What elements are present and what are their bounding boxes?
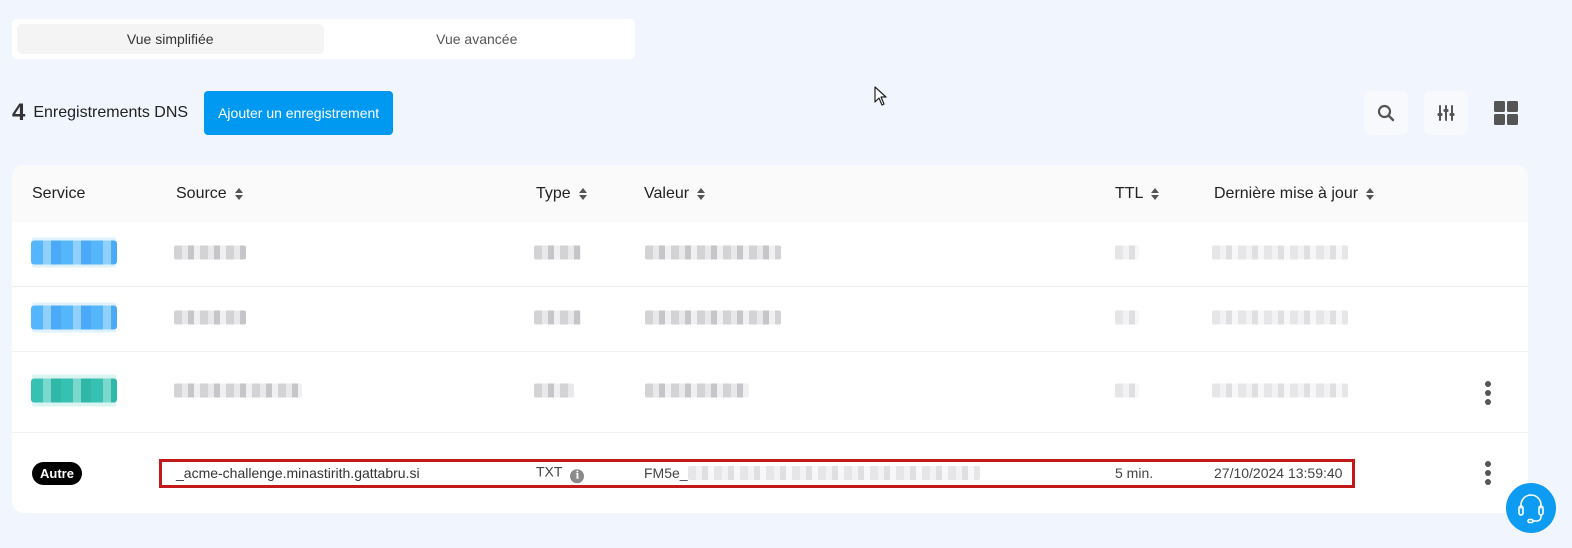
headset-icon	[1518, 494, 1544, 524]
row-actions-menu[interactable]	[1478, 379, 1498, 407]
records-count-label: Enregistrements DNS	[33, 104, 189, 121]
redacted-service	[31, 378, 117, 403]
add-record-button[interactable]: Ajouter un enregistrement	[204, 91, 394, 135]
value-cell: FM5e_	[644, 465, 980, 481]
type-cell: TXT i	[536, 463, 585, 483]
column-label: Service	[32, 184, 86, 202]
redacted-type	[534, 245, 581, 260]
type-label: TXT	[536, 463, 563, 480]
column-service: Service	[32, 165, 85, 222]
row-actions-menu[interactable]	[1478, 459, 1498, 487]
updated-cell	[1212, 310, 1348, 328]
column-type[interactable]: Type	[536, 165, 587, 222]
redacted-value	[645, 310, 781, 325]
column-ttl[interactable]: TTL	[1115, 165, 1160, 222]
type-cell	[534, 383, 574, 401]
redacted-ttl	[1115, 310, 1139, 325]
redacted-source	[174, 245, 246, 260]
column-source[interactable]: Source	[176, 165, 243, 222]
service-badge	[31, 240, 117, 268]
column-value[interactable]: Valeur	[644, 165, 706, 222]
tab-simplified-view[interactable]: Vue simplifiée	[17, 24, 324, 54]
records-count: 4	[12, 99, 26, 126]
column-label: TTL	[1115, 184, 1144, 202]
sort-icon[interactable]	[697, 187, 706, 200]
redacted-type	[534, 310, 581, 325]
support-chat-button[interactable]	[1506, 483, 1556, 533]
search-button[interactable]	[1364, 91, 1408, 135]
source-cell	[174, 245, 246, 263]
redacted-ttl	[1115, 245, 1139, 260]
redacted-source	[174, 383, 302, 398]
type-cell	[534, 245, 581, 263]
sort-icon[interactable]	[1366, 187, 1375, 200]
value-prefix: FM5e_	[644, 465, 688, 481]
grid-view-icon	[1494, 101, 1518, 125]
ttl-cell	[1115, 245, 1139, 263]
redacted-source	[174, 310, 246, 325]
sort-icon[interactable]	[234, 187, 243, 200]
table-row[interactable]	[12, 287, 1528, 352]
filter-sliders-icon	[1437, 105, 1455, 121]
tab-advanced-view[interactable]: Vue avancée	[324, 24, 631, 54]
redacted-updated	[1212, 383, 1348, 398]
column-label: Valeur	[644, 184, 690, 202]
dns-records-table: Service Source Type Valeur TTL Dernière …	[12, 165, 1528, 513]
view-toggle: Vue simplifiée Vue avancée	[12, 19, 635, 59]
value-cell	[645, 245, 781, 263]
table-row[interactable]	[12, 222, 1528, 287]
value-cell	[645, 310, 781, 328]
updated-cell	[1212, 245, 1348, 263]
sort-icon[interactable]	[578, 187, 587, 200]
redacted-service	[31, 240, 117, 265]
table-row[interactable]	[12, 352, 1528, 433]
sort-icon[interactable]	[1151, 187, 1160, 200]
column-label: Dernière mise à jour	[1214, 184, 1359, 202]
redacted-value	[645, 383, 749, 398]
info-icon[interactable]: i	[570, 468, 585, 483]
source-cell	[174, 310, 246, 328]
filter-button[interactable]	[1424, 91, 1468, 135]
type-cell	[534, 310, 581, 328]
grid-view-button[interactable]	[1484, 91, 1528, 135]
table-header: Service Source Type Valeur TTL Dernière …	[12, 165, 1528, 222]
redacted-value	[645, 245, 781, 260]
records-toolbar: 4 Enregistrements DNS Ajouter un enregis…	[12, 91, 1572, 135]
source-cell	[174, 383, 302, 401]
redacted-updated	[1212, 310, 1348, 325]
service-badge	[31, 305, 117, 333]
updated-cell: 27/10/2024 13:59:40	[1214, 465, 1343, 481]
value-cell	[645, 383, 749, 401]
redacted-updated	[1212, 245, 1348, 260]
ttl-cell	[1115, 310, 1139, 328]
column-last-updated[interactable]: Dernière mise à jour	[1214, 165, 1375, 222]
table-row[interactable]: Autre _acme-challenge.minastirith.gattab…	[12, 433, 1528, 513]
search-icon	[1377, 104, 1395, 122]
service-badge	[31, 378, 117, 406]
mouse-cursor-icon	[874, 86, 887, 106]
service-cell: Autre	[32, 462, 82, 485]
redacted-ttl	[1115, 383, 1139, 398]
column-label: Type	[536, 184, 571, 202]
redacted-service	[31, 305, 117, 330]
column-label: Source	[176, 184, 227, 202]
ttl-cell: 5 min.	[1115, 465, 1154, 481]
ttl-cell	[1115, 383, 1139, 401]
redacted-type	[534, 383, 574, 398]
redacted-value	[687, 466, 980, 480]
service-badge: Autre	[32, 462, 82, 485]
updated-cell	[1212, 383, 1348, 401]
source-cell: _acme-challenge.minastirith.gattabru.si	[176, 465, 420, 481]
